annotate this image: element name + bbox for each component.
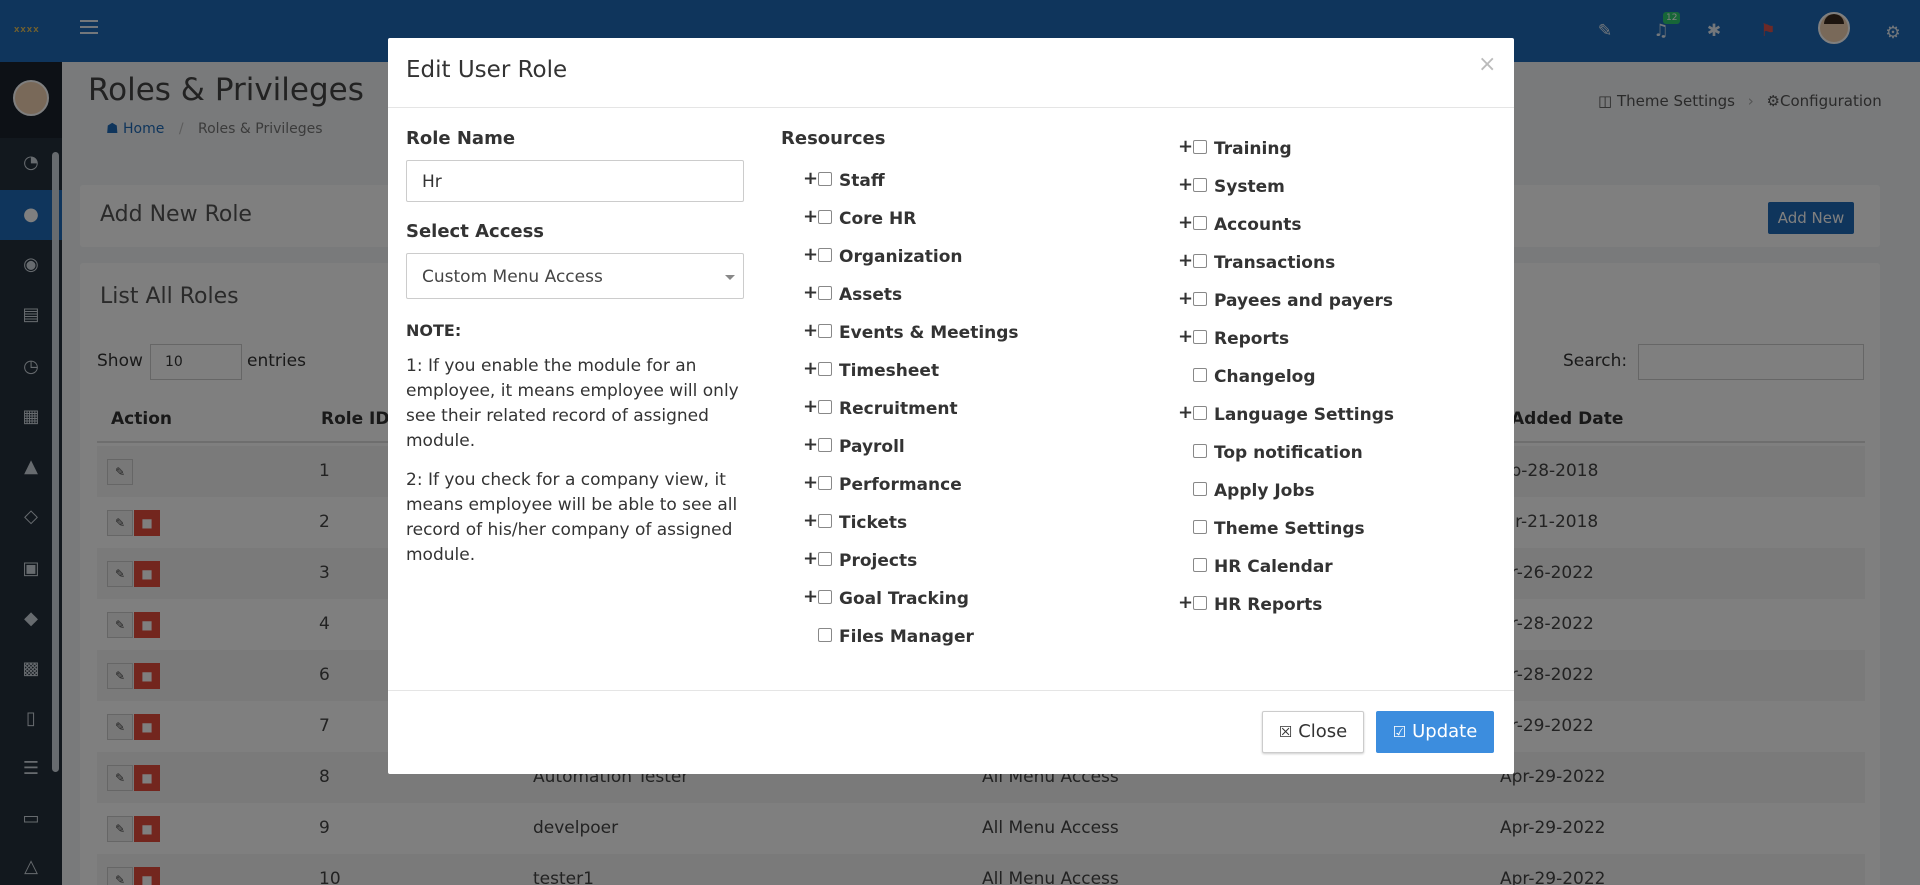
resource-label: Accounts	[1214, 215, 1302, 235]
plus-icon[interactable]: +	[1178, 289, 1193, 309]
resource-checkbox[interactable]	[1193, 596, 1207, 610]
resource-checkbox[interactable]	[818, 248, 832, 262]
resource-label: Changelog	[1214, 367, 1316, 387]
resource-label: Reports	[1214, 329, 1290, 349]
plus-icon[interactable]: +	[1178, 403, 1193, 423]
select-access-label: Select Access	[406, 221, 544, 242]
resource-label: HR Calendar	[1214, 557, 1333, 577]
plus-icon[interactable]: +	[1178, 327, 1193, 347]
close-button-label: Close	[1298, 721, 1348, 742]
resource-checkbox[interactable]	[1193, 178, 1207, 192]
resource-label: Staff	[839, 171, 885, 191]
resource-label: Goal Tracking	[839, 589, 969, 609]
resource-checkbox[interactable]	[818, 362, 832, 376]
close-button[interactable]: ☒ Close	[1262, 711, 1364, 753]
plus-icon[interactable]: +	[803, 169, 818, 189]
resource-label: Training	[1214, 139, 1292, 159]
resource-checkbox[interactable]	[818, 628, 832, 642]
plus-icon[interactable]: +	[803, 321, 818, 341]
resource-label: Language Settings	[1214, 405, 1395, 425]
resource-label: Core HR	[839, 209, 917, 229]
resource-checkbox[interactable]	[1193, 368, 1207, 382]
update-button[interactable]: ☑ Update	[1376, 711, 1494, 753]
resource-checkbox[interactable]	[1193, 216, 1207, 230]
resource-label: Payroll	[839, 437, 905, 457]
resource-checkbox[interactable]	[1193, 558, 1207, 572]
resource-label: HR Reports	[1214, 595, 1323, 615]
resource-label: Transactions	[1214, 253, 1336, 273]
plus-icon[interactable]: +	[803, 549, 818, 569]
resource-label: Timesheet	[839, 361, 940, 381]
resource-label: Recruitment	[839, 399, 958, 419]
resource-checkbox[interactable]	[818, 476, 832, 490]
resource-label: Tickets	[839, 513, 908, 533]
resource-checkbox[interactable]	[818, 552, 832, 566]
plus-icon[interactable]: +	[803, 245, 818, 265]
edit-user-role-modal: Edit User Role × Role Name Hr Select Acc…	[388, 38, 1514, 774]
close-icon[interactable]: ×	[1478, 52, 1496, 77]
resource-checkbox[interactable]	[818, 590, 832, 604]
resource-checkbox[interactable]	[1193, 406, 1207, 420]
resource-checkbox[interactable]	[818, 514, 832, 528]
resource-label: Payees and payers	[1214, 291, 1394, 311]
resource-checkbox[interactable]	[1193, 292, 1207, 306]
resource-label: Organization	[839, 247, 963, 267]
plus-icon[interactable]: +	[1178, 213, 1193, 233]
resource-label: Files Manager	[839, 627, 974, 647]
plus-icon[interactable]: +	[803, 359, 818, 379]
select-access-value: Custom Menu Access	[422, 267, 603, 287]
plus-icon[interactable]: +	[803, 587, 818, 607]
resource-label: Performance	[839, 475, 962, 495]
resource-checkbox[interactable]	[818, 438, 832, 452]
modal-header: Edit User Role ×	[388, 38, 1514, 108]
resource-checkbox[interactable]	[818, 172, 832, 186]
plus-icon[interactable]: +	[1178, 593, 1193, 613]
resources-label: Resources	[781, 128, 886, 149]
resource-checkbox[interactable]	[1193, 254, 1207, 268]
resource-checkbox[interactable]	[818, 324, 832, 338]
resource-label: System	[1214, 177, 1285, 197]
modal-title: Edit User Role	[406, 57, 568, 83]
resource-label: Theme Settings	[1214, 519, 1365, 539]
update-button-label: Update	[1412, 721, 1478, 742]
plus-icon[interactable]: +	[803, 207, 818, 227]
select-access-dropdown[interactable]: Custom Menu Access	[406, 253, 744, 299]
resource-label: Events & Meetings	[839, 323, 1019, 343]
plus-icon[interactable]: +	[1178, 137, 1193, 157]
plus-icon[interactable]: +	[803, 397, 818, 417]
chevron-down-icon	[725, 275, 735, 280]
plus-icon[interactable]: +	[1178, 175, 1193, 195]
resource-label: Projects	[839, 551, 918, 571]
role-name-label: Role Name	[406, 128, 516, 149]
resource-checkbox[interactable]	[818, 286, 832, 300]
resource-label: Top notification	[1214, 443, 1363, 463]
resource-checkbox[interactable]	[1193, 520, 1207, 534]
resource-checkbox[interactable]	[818, 400, 832, 414]
resource-checkbox[interactable]	[818, 210, 832, 224]
note-text-1: 1: If you enable the module for an emplo…	[406, 356, 739, 451]
resource-checkbox[interactable]	[1193, 444, 1207, 458]
close-square-icon: ☒	[1278, 723, 1293, 741]
plus-icon[interactable]: +	[803, 511, 818, 531]
plus-icon[interactable]: +	[803, 473, 818, 493]
plus-icon[interactable]: +	[1178, 251, 1193, 271]
plus-icon[interactable]: +	[803, 435, 818, 455]
resource-label: Assets	[839, 285, 903, 305]
resource-checkbox[interactable]	[1193, 482, 1207, 496]
note-title: NOTE:	[406, 321, 462, 340]
check-square-icon: ☑	[1392, 723, 1407, 741]
plus-icon[interactable]: +	[803, 283, 818, 303]
role-name-input[interactable]: Hr	[406, 160, 744, 202]
note-text-2: 2: If you check for a company view, it m…	[406, 470, 738, 565]
resource-label: Apply Jobs	[1214, 481, 1315, 501]
resource-checkbox[interactable]	[1193, 140, 1207, 154]
resource-checkbox[interactable]	[1193, 330, 1207, 344]
